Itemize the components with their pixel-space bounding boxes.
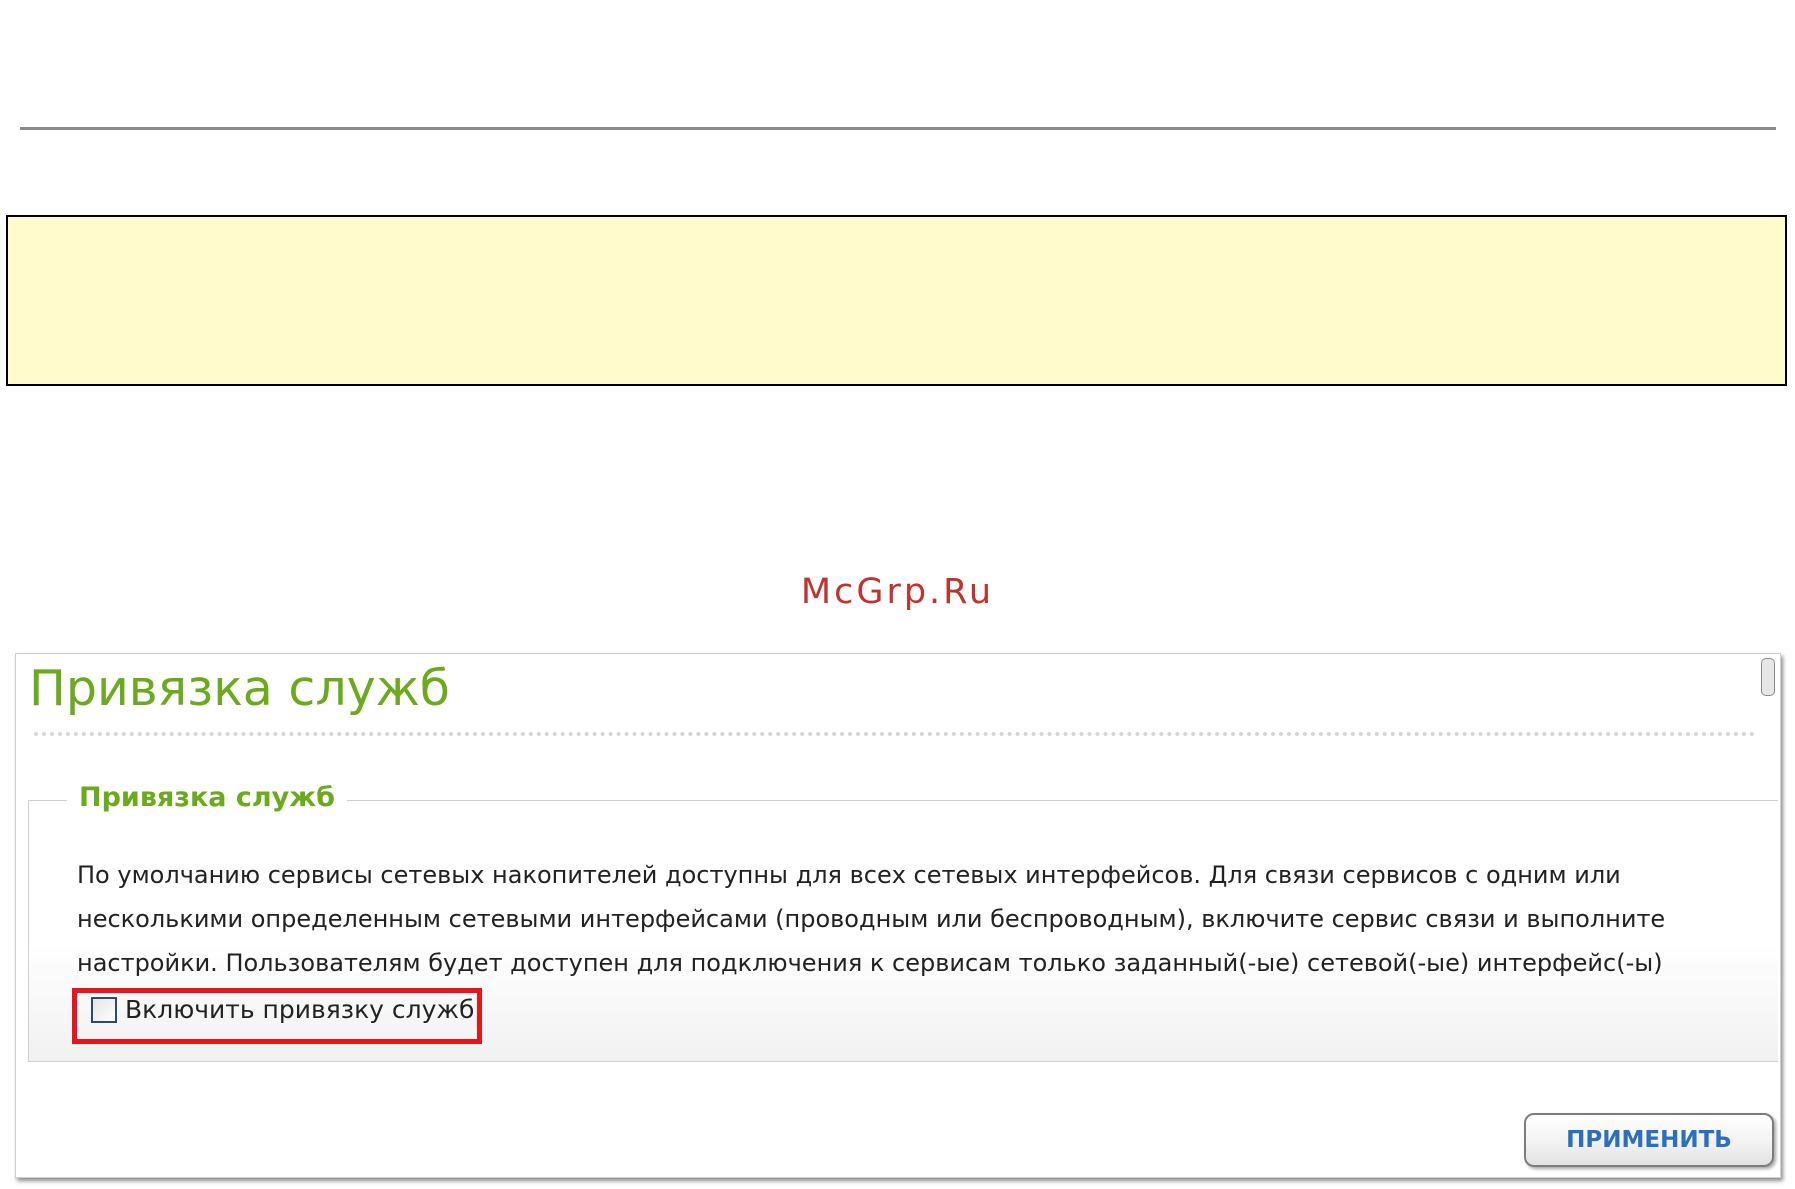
scrollbar-thumb[interactable] <box>1761 658 1775 696</box>
top-divider <box>20 127 1776 130</box>
fieldset-legend: Привязка служб <box>67 782 347 813</box>
description-line: несколькими определенным сетевыми интерф… <box>77 905 1666 933</box>
apply-button[interactable]: ПРИМЕНИТЬ <box>1524 1113 1774 1167</box>
watermark: McGrp.Ru <box>800 572 995 612</box>
enable-service-binding-label[interactable]: Включить привязку служб <box>125 995 474 1024</box>
description-line: настройки. Пользователям будет доступен … <box>77 949 1663 977</box>
description-line: По умолчанию сервисы сетевых накопителей… <box>77 861 1621 889</box>
description-text: По умолчанию сервисы сетевых накопителей… <box>77 853 1767 985</box>
note-box <box>6 215 1787 386</box>
title-divider <box>34 732 1756 736</box>
service-binding-fieldset: Привязка служб По умолчанию сервисы сете… <box>28 782 1778 1062</box>
enable-service-binding-checkbox[interactable] <box>91 997 117 1023</box>
page-title: Привязка служб <box>29 660 451 717</box>
settings-panel: Привязка служб Привязка служб По умолчан… <box>15 653 1781 1178</box>
